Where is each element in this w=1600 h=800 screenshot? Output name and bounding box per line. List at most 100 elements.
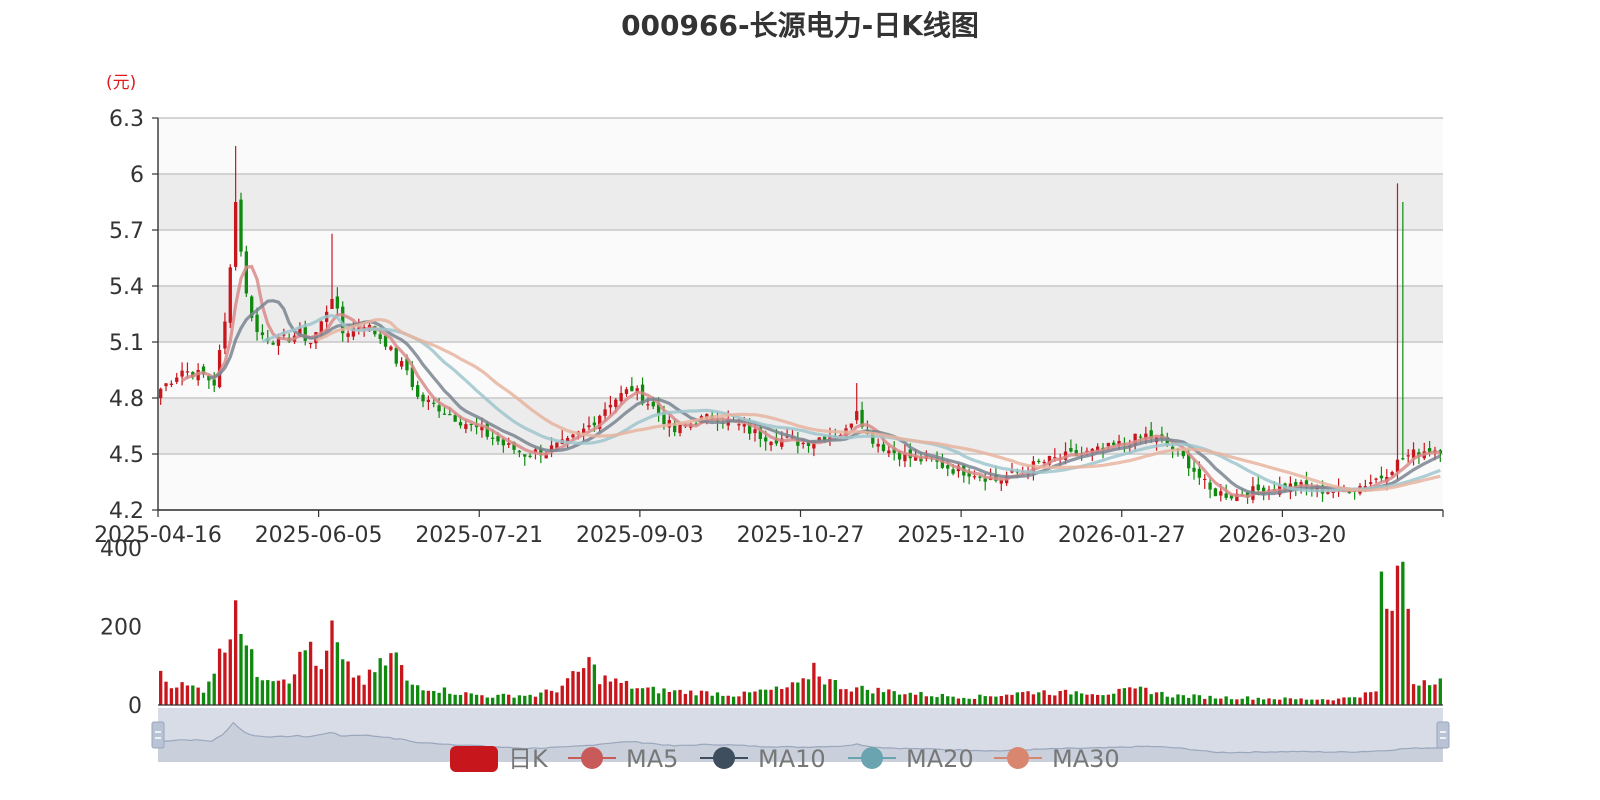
volume-bar [1283, 697, 1287, 705]
legend-item-ma20[interactable]: MA20 [848, 745, 974, 773]
volume-bar [469, 693, 473, 705]
candle-body [432, 402, 436, 404]
volume-bar [651, 686, 655, 705]
volume-bar [806, 679, 811, 705]
candle-body [1106, 442, 1111, 447]
volume-bar [1401, 561, 1405, 705]
volume-bar [1406, 608, 1410, 705]
volume-bar [683, 693, 688, 705]
volume-bar [512, 697, 516, 705]
kline-chart: 6.365.75.45.14.84.54.2 2025-04-16 2025-06… [94, 107, 1450, 773]
candle-body [603, 409, 607, 416]
volume-bar [448, 693, 452, 705]
volume-bar [1235, 699, 1239, 705]
candle-body [1138, 436, 1143, 438]
candle-body [389, 346, 393, 350]
volume-bar [903, 694, 907, 705]
volume-bar [1090, 694, 1094, 705]
volume-bar [335, 642, 340, 705]
candle-body [1401, 458, 1405, 460]
candle-body [978, 476, 982, 478]
volume-bar [721, 695, 725, 705]
volume-bar [1074, 691, 1078, 705]
volume-bar [490, 697, 495, 705]
price-tick-label: 4.8 [109, 387, 144, 412]
volume-bar [940, 693, 945, 705]
volume-bar [1112, 693, 1116, 705]
volume-bar [373, 672, 377, 705]
volume-bar [394, 652, 398, 705]
price-grid-bands [158, 118, 1443, 510]
volume-bar [565, 678, 570, 705]
volume-bar [1122, 688, 1127, 705]
volume-bar [1310, 699, 1314, 705]
volume-bar [175, 687, 179, 705]
volume-bar [298, 651, 302, 705]
candle-body [507, 443, 511, 445]
volume-bar [705, 691, 709, 705]
candle-body [378, 334, 382, 340]
volume-bar [303, 650, 307, 705]
volume-bar [1261, 699, 1266, 705]
grid-band [158, 230, 1443, 286]
candle-body [849, 423, 854, 428]
legend-item-ma10[interactable]: MA10 [700, 745, 826, 773]
candle-body [1256, 484, 1260, 491]
volume-bar [1165, 696, 1169, 705]
candle-body [855, 411, 859, 421]
volume-bar [635, 688, 639, 705]
volume-bar [1042, 690, 1046, 705]
volume-bar [560, 685, 564, 705]
candle-body [1181, 450, 1185, 457]
volume-bar [276, 680, 281, 705]
volume-bar [1417, 685, 1421, 705]
candle-body [421, 394, 425, 402]
legend-item-ma30[interactable]: MA30 [994, 745, 1120, 773]
volume-bar [485, 697, 489, 705]
volume-bar [1336, 698, 1341, 705]
volume-bar [367, 669, 372, 705]
volume-bar [667, 691, 671, 705]
volume-bar [362, 684, 366, 705]
volume-bar [581, 668, 586, 705]
volume-bar [1031, 694, 1036, 705]
volume-bar [571, 671, 575, 705]
volume-bar [1144, 687, 1148, 705]
candle-body [946, 465, 950, 469]
candle-body [651, 401, 655, 407]
volume-bar [726, 695, 730, 705]
volume-bar [614, 678, 618, 705]
volume-bar [191, 685, 195, 705]
volume-bar [523, 695, 527, 705]
candle-body [239, 199, 243, 252]
price-tick-label: 4.2 [109, 499, 144, 524]
volume-bar [1197, 695, 1202, 705]
date-axis: 2025-04-16 2025-06-05 2025-07-21 2025-09-03… [94, 509, 1444, 548]
volume-bar [1004, 694, 1009, 705]
candle-body [335, 296, 340, 309]
legend-dot-swatch [713, 747, 735, 769]
volume-bar [592, 664, 597, 705]
candle-body [175, 377, 179, 382]
volume-bar [731, 696, 736, 705]
candle-body [592, 422, 597, 426]
volume-bar [737, 696, 741, 705]
volume-bar [764, 689, 768, 705]
volume-bar [988, 696, 993, 705]
candle-body [1395, 459, 1400, 472]
candle-body [383, 335, 388, 347]
volume-bar [769, 689, 773, 705]
volume-bar [159, 670, 163, 705]
volume-bar [689, 690, 693, 705]
volume-bar [292, 674, 297, 705]
volume-bar [1095, 694, 1100, 705]
volume-bar [1053, 695, 1057, 705]
volume-bar [662, 688, 666, 705]
slider-left-handle[interactable] [151, 721, 165, 749]
volume-bar [346, 661, 350, 705]
candle-body [255, 314, 259, 332]
grid-band [158, 118, 1443, 174]
slider-right-handle[interactable] [1436, 721, 1450, 749]
volume-bar [282, 679, 286, 705]
volume-bar [389, 653, 393, 705]
